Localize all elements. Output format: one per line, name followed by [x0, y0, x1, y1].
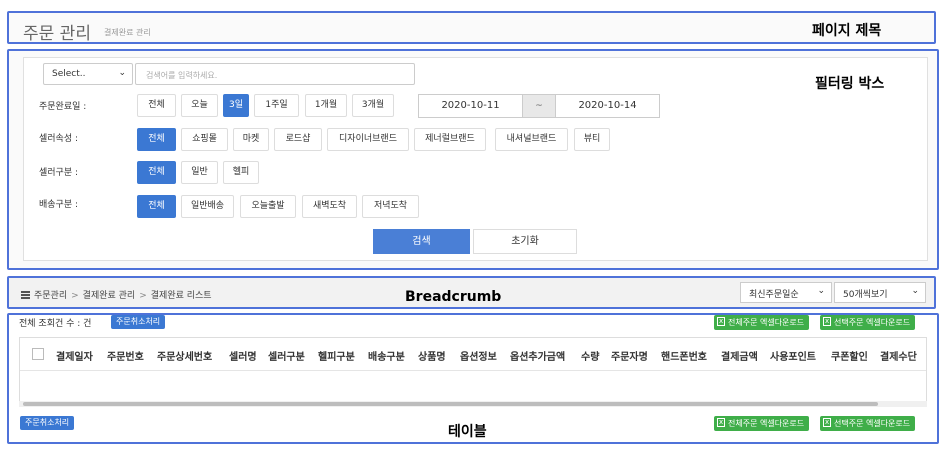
column-header[interactable]: 셀러명	[229, 348, 257, 363]
table-header: 결제일자 주문번호 주문상세번호 셀러명 셀러구분 헬피구분 배송구분 상품명 …	[20, 338, 926, 371]
column-header[interactable]: 수량	[581, 348, 599, 363]
seller-type-label: 셀러구분 :	[39, 168, 79, 178]
column-header[interactable]: 셀러구분	[268, 348, 305, 363]
order-date-3days-button[interactable]: 3일	[223, 94, 249, 117]
delivery-type-today-button[interactable]: 오늘출발	[240, 195, 296, 218]
excel-icon	[717, 314, 725, 329]
date-to-input[interactable]: 2020-10-14	[555, 94, 660, 118]
page-size-value: 50개씩보기	[843, 290, 888, 300]
breadcrumb-item-list: 결제완료 리스트	[150, 291, 212, 301]
delivery-type-all-button[interactable]: 전체	[137, 195, 176, 218]
result-count: 전체 조회건 수 : 건	[19, 319, 92, 329]
column-header[interactable]: 쿠폰할인	[831, 348, 868, 363]
seller-attr-shoppingmall-button[interactable]: 쇼핑몰	[181, 128, 228, 151]
download-all-excel-button-top[interactable]: 전체주문 엑셀다운로드	[714, 314, 810, 330]
annotation-page-title: 페이지 제목	[812, 23, 882, 39]
seller-attr-roadshop-button[interactable]: 로드샵	[274, 128, 322, 151]
excel-icon	[823, 415, 831, 430]
column-header[interactable]: 주문자명	[611, 348, 648, 363]
order-date-1month-button[interactable]: 1개월	[305, 94, 347, 117]
seller-attr-general-button[interactable]: 제너럴브랜드	[414, 128, 486, 151]
delivery-type-dawn-button[interactable]: 새벽도착	[302, 195, 357, 218]
search-type-select[interactable]: Select.. ⌄	[43, 63, 133, 85]
column-header[interactable]: 옵션추가금액	[510, 348, 565, 363]
breadcrumb-separator: >	[71, 291, 79, 301]
column-header[interactable]: 주문상세번호	[157, 348, 212, 363]
column-header[interactable]: 결제수단	[880, 348, 917, 363]
search-type-value: Select..	[52, 69, 86, 79]
delivery-type-normal-button[interactable]: 일반배송	[181, 195, 234, 218]
seller-attr-label: 셀러속성 :	[39, 134, 79, 144]
annotation-table: 테이블	[448, 424, 487, 440]
order-table: 결제일자 주문번호 주문상세번호 셀러명 셀러구분 헬피구분 배송구분 상품명 …	[19, 337, 927, 407]
order-date-3months-button[interactable]: 3개월	[352, 94, 394, 117]
sort-order-value: 최신주문일순	[749, 290, 799, 300]
cancel-order-button-bottom[interactable]: 주문취소처리	[20, 416, 75, 430]
download-selected-label: 선택주문 엑셀다운로드	[834, 318, 911, 327]
chevron-down-icon: ⌄	[817, 286, 825, 296]
column-header[interactable]: 옵션정보	[460, 348, 497, 363]
seller-attr-designer-button[interactable]: 디자이너브랜드	[327, 128, 409, 151]
download-selected-label: 선택주문 엑셀다운로드	[834, 419, 911, 428]
reset-button[interactable]: 초기화	[473, 229, 577, 254]
delivery-type-evening-button[interactable]: 저녁도착	[362, 195, 419, 218]
download-all-excel-button-bottom[interactable]: 전체주문 엑셀다운로드	[714, 415, 810, 431]
order-date-today-button[interactable]: 오늘	[181, 94, 218, 117]
page-title-section: 주문 관리 결제완료 관리	[7, 11, 936, 44]
download-selected-excel-button-top[interactable]: 선택주문 엑셀다운로드	[820, 314, 916, 330]
page-subtitle: 결제완료 관리	[104, 28, 151, 37]
search-placeholder: 검색어를 입력하세요.	[146, 71, 218, 80]
breadcrumb-separator: >	[139, 291, 147, 301]
column-header[interactable]: 사용포인트	[770, 348, 816, 363]
chevron-down-icon: ⌄	[118, 68, 126, 78]
date-from-input[interactable]: 2020-10-11	[418, 94, 523, 118]
column-header[interactable]: 결제일자	[56, 348, 93, 363]
select-all-checkbox[interactable]	[32, 348, 44, 360]
date-range-separator: ~	[523, 94, 555, 118]
breadcrumb: 주문관리 > 결제완료 관리 > 결제완료 리스트	[21, 288, 212, 301]
column-header[interactable]: 배송구분	[368, 348, 405, 363]
download-all-label: 전체주문 엑셀다운로드	[728, 419, 805, 428]
seller-attr-all-button[interactable]: 전체	[137, 128, 176, 151]
download-selected-excel-button-bottom[interactable]: 선택주문 엑셀다운로드	[820, 415, 916, 431]
annotation-breadcrumb: Breadcrumb	[405, 289, 502, 305]
page-size-select[interactable]: 50개씩보기 ⌄	[834, 282, 926, 303]
excel-icon	[717, 415, 725, 430]
seller-attr-market-button[interactable]: 마켓	[233, 128, 269, 151]
column-header[interactable]: 헬피구분	[318, 348, 355, 363]
order-date-label: 주문완료일 :	[39, 102, 87, 112]
seller-type-all-button[interactable]: 전체	[137, 161, 176, 184]
order-date-all-button[interactable]: 전체	[137, 94, 176, 117]
column-header[interactable]: 핸드폰번호	[661, 348, 707, 363]
search-button[interactable]: 검색	[373, 229, 470, 254]
order-date-1week-button[interactable]: 1주일	[254, 94, 299, 117]
download-all-label: 전체주문 엑셀다운로드	[728, 318, 805, 327]
seller-attr-national-button[interactable]: 내셔널브랜드	[495, 128, 568, 151]
excel-icon	[823, 314, 831, 329]
horizontal-scrollbar-thumb[interactable]	[23, 402, 878, 406]
breadcrumb-item-order[interactable]: 주문관리	[34, 291, 67, 301]
sort-order-select[interactable]: 최신주문일순 ⌄	[740, 282, 832, 303]
column-header[interactable]: 주문번호	[107, 348, 144, 363]
chevron-down-icon: ⌄	[911, 286, 919, 296]
page-title: 주문 관리	[23, 24, 91, 44]
list-icon	[21, 291, 30, 299]
column-header[interactable]: 결제금액	[721, 348, 758, 363]
search-input[interactable]: 검색어를 입력하세요.	[135, 63, 415, 85]
seller-type-normal-button[interactable]: 일반	[181, 161, 218, 184]
delivery-type-label: 배송구분 :	[39, 200, 79, 210]
column-header[interactable]: 상품명	[418, 348, 446, 363]
cancel-order-button-top[interactable]: 주문취소처리	[111, 315, 166, 329]
seller-attr-beauty-button[interactable]: 뷰티	[574, 128, 610, 151]
seller-type-helpy-button[interactable]: 헬피	[223, 161, 259, 184]
annotation-filter: 필터링 박스	[815, 76, 885, 92]
breadcrumb-item-paid[interactable]: 결제완료 관리	[83, 291, 136, 301]
